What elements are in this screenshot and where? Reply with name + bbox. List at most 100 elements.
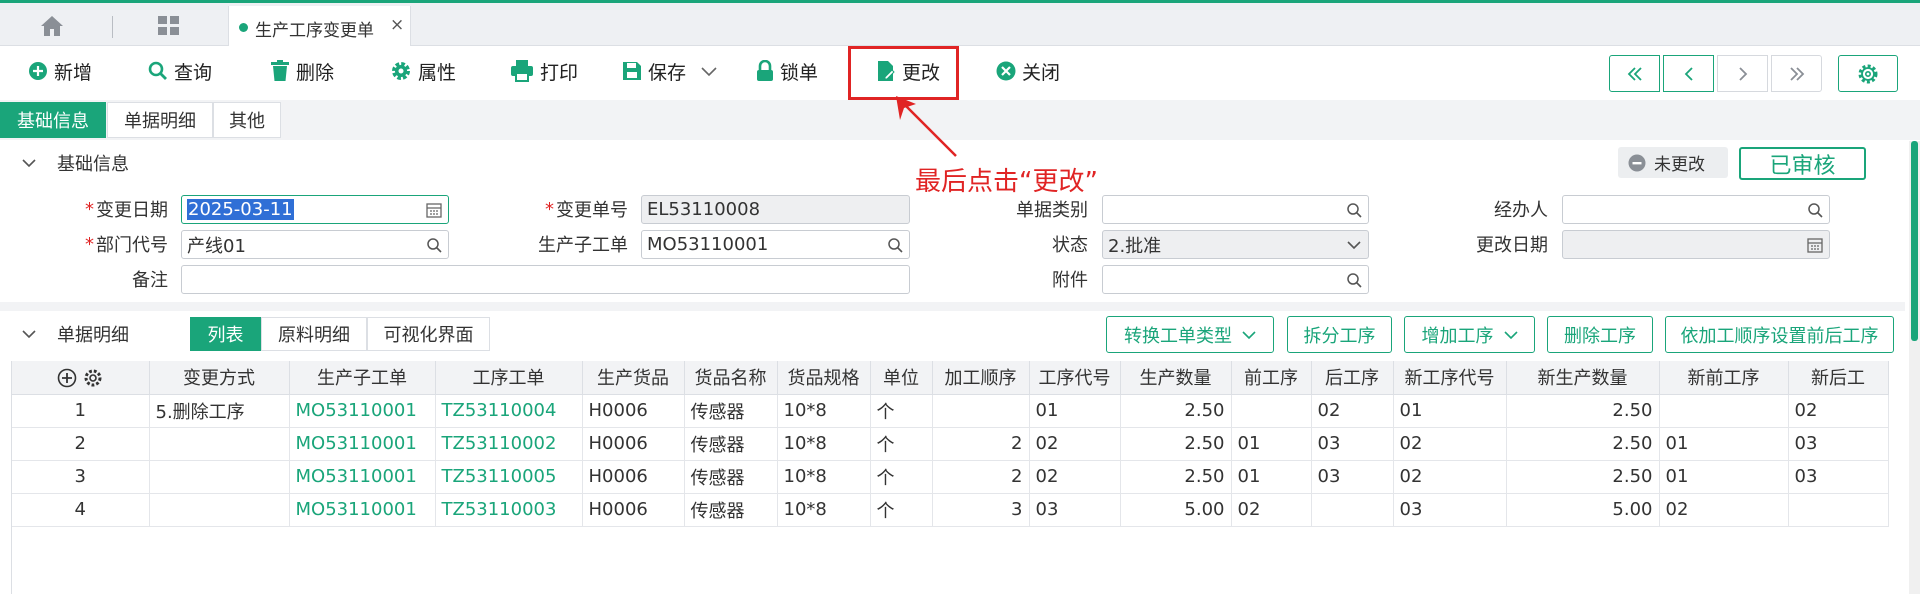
- sub-order-cell[interactable]: MO53110001: [289, 493, 436, 527]
- process-order-cell[interactable]: TZ53110003: [435, 493, 583, 527]
- col-header[interactable]: 新生产数量: [1506, 361, 1660, 395]
- chevron-down-icon[interactable]: [1346, 237, 1362, 253]
- calendar-icon[interactable]: [426, 202, 442, 218]
- col-header[interactable]: 工序代号: [1029, 361, 1121, 395]
- col-header[interactable]: 变更方式: [149, 361, 290, 395]
- table-row[interactable]: 4 MO53110001 TZ53110003 H0006 传感器 10*8 个 3 03 5.0…: [12, 493, 1889, 527]
- last-record-button[interactable]: [1771, 55, 1822, 92]
- tab-materials[interactable]: 原料明细: [261, 317, 367, 351]
- change-date-field[interactable]: 2025-03-11: [181, 195, 449, 224]
- search-icon[interactable]: [1346, 202, 1362, 218]
- col-header[interactable]: 工序工单: [435, 361, 583, 395]
- row-number: 3: [12, 460, 150, 494]
- set-sequence-button[interactable]: 依加工顺序设置前后工序: [1665, 316, 1894, 353]
- tab-basic-info[interactable]: 基础信息: [0, 102, 106, 138]
- search-icon[interactable]: [887, 237, 903, 253]
- convert-type-button[interactable]: 转换工单类型: [1106, 316, 1274, 353]
- delete-button[interactable]: 删除: [270, 58, 334, 84]
- approved-button[interactable]: 已审核: [1739, 147, 1866, 180]
- next-record-button[interactable]: [1717, 55, 1768, 92]
- tab-production-change[interactable]: 生产工序变更单 ×: [228, 6, 411, 49]
- new-quantity-cell: 2.50: [1506, 460, 1660, 494]
- print-button[interactable]: 打印: [510, 58, 578, 84]
- quantity-cell: 2.50: [1120, 394, 1232, 428]
- split-process-button[interactable]: 拆分工序: [1287, 316, 1392, 353]
- doc-type-field[interactable]: [1102, 195, 1369, 224]
- scrollbar-thumb[interactable]: [1911, 141, 1918, 341]
- sub-order-field[interactable]: MO53110001: [641, 230, 910, 259]
- close-tab-icon[interactable]: ×: [390, 15, 404, 35]
- sub-order-label: 生产子工单: [538, 235, 628, 256]
- item-name-cell: 传感器: [684, 427, 778, 461]
- table-row[interactable]: 1 5.删除工序 MO53110001 TZ53110004 H0006 传感器 10*8 个…: [12, 394, 1889, 428]
- home-icon[interactable]: [40, 15, 64, 37]
- col-header[interactable]: 生产数量: [1120, 361, 1232, 395]
- col-header[interactable]: 货品名称: [684, 361, 778, 395]
- col-header[interactable]: 生产子工单: [289, 361, 436, 395]
- table-row[interactable]: 3 MO53110001 TZ53110005 H0006 传感器 10*8 个 2 02 2.5…: [12, 460, 1889, 494]
- new-button[interactable]: 新增: [28, 58, 92, 84]
- col-header[interactable]: 货品规格: [777, 361, 871, 395]
- properties-button[interactable]: 属性: [390, 58, 456, 84]
- chevron-down-icon[interactable]: [22, 156, 36, 170]
- active-dot-icon: [239, 23, 248, 32]
- item-code-cell: H0006: [582, 394, 685, 428]
- col-header[interactable]: 前工序: [1231, 361, 1312, 395]
- tab-list[interactable]: 列表: [190, 317, 261, 351]
- tab-document-detail[interactable]: 单据明细: [107, 102, 213, 138]
- col-header[interactable]: 加工顺序: [932, 361, 1030, 395]
- process-order-cell[interactable]: TZ53110005: [435, 460, 583, 494]
- calendar-icon[interactable]: [1807, 237, 1823, 253]
- item-spec-cell: 10*8: [777, 493, 871, 527]
- tab-visual[interactable]: 可视化界面: [367, 317, 490, 351]
- gear-icon[interactable]: [83, 368, 103, 388]
- attach-field[interactable]: [1102, 265, 1369, 294]
- unit-cell: 个: [870, 493, 933, 527]
- add-process-button[interactable]: 增加工序: [1404, 316, 1535, 353]
- modify-date-field[interactable]: [1562, 230, 1830, 259]
- chevron-down-icon[interactable]: [22, 327, 36, 341]
- delete-process-button[interactable]: 删除工序: [1547, 316, 1653, 353]
- col-header[interactable]: 后工序: [1311, 361, 1394, 395]
- sub-order-cell[interactable]: MO53110001: [289, 427, 436, 461]
- handler-field[interactable]: [1562, 195, 1830, 224]
- col-header[interactable]: 新前工序: [1659, 361, 1789, 395]
- first-record-button[interactable]: [1609, 55, 1660, 92]
- col-header[interactable]: 新工序代号: [1393, 361, 1507, 395]
- row-number: 1: [12, 394, 150, 428]
- query-button[interactable]: 查询: [148, 58, 212, 84]
- state-select[interactable]: 2.批准: [1102, 230, 1369, 259]
- search-icon[interactable]: [426, 237, 442, 253]
- attach-label: 附件: [1052, 270, 1088, 291]
- process-order-cell[interactable]: TZ53110002: [435, 427, 583, 461]
- apps-grid-icon[interactable]: [157, 15, 181, 37]
- search-icon[interactable]: [1346, 272, 1362, 288]
- save-button[interactable]: 保存: [622, 58, 718, 84]
- lock-button[interactable]: 锁单: [756, 58, 818, 84]
- process-order-cell[interactable]: TZ53110004: [435, 394, 583, 428]
- sub-order-cell[interactable]: MO53110001: [289, 460, 436, 494]
- prev-process-cell: 02: [1231, 493, 1312, 527]
- col-header[interactable]: 新后工: [1788, 361, 1889, 395]
- change-no-field[interactable]: EL53110008: [641, 195, 910, 224]
- close-button[interactable]: 关闭: [996, 58, 1060, 84]
- sub-order-cell[interactable]: MO53110001: [289, 394, 436, 428]
- double-chevron-right-icon: [1789, 66, 1804, 81]
- dept-field[interactable]: 产线01: [181, 230, 449, 259]
- add-row-icon[interactable]: [57, 368, 77, 388]
- settings-button[interactable]: [1838, 55, 1898, 92]
- col-header[interactable]: 生产货品: [582, 361, 685, 395]
- search-icon[interactable]: [1807, 202, 1823, 218]
- chevron-down-icon[interactable]: [700, 65, 718, 77]
- remark-field[interactable]: [181, 265, 910, 294]
- annotation-text: 最后点击“更改”: [915, 167, 1098, 197]
- prev-record-button[interactable]: [1663, 55, 1714, 92]
- col-header[interactable]: 单位: [870, 361, 933, 395]
- table-row[interactable]: 2 MO53110001 TZ53110002 H0006 传感器 10*8 个 2 02 2.5…: [12, 427, 1889, 461]
- next-process-cell: [1311, 493, 1394, 527]
- save-label: 保存: [648, 61, 687, 84]
- tab-other[interactable]: 其他: [213, 102, 281, 138]
- sequence-cell: 3: [932, 493, 1030, 527]
- item-code-cell: H0006: [582, 427, 685, 461]
- lock-label: 锁单: [780, 61, 819, 84]
